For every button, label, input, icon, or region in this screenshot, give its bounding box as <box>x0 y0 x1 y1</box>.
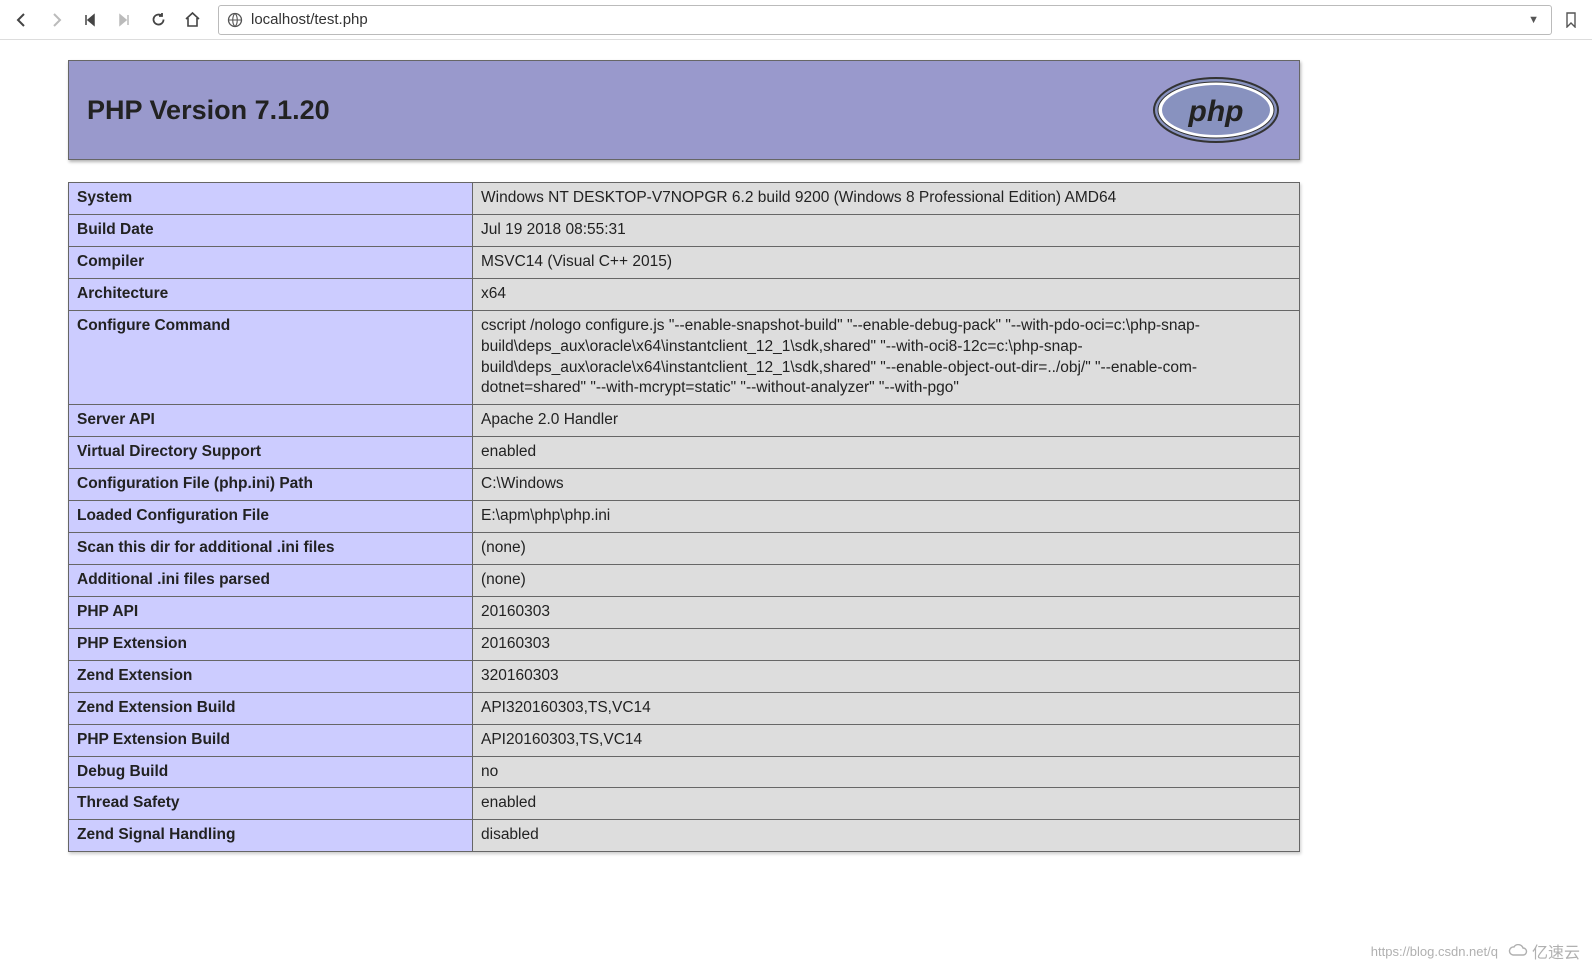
config-key: PHP Extension <box>69 628 473 660</box>
table-row: Zend Extension320160303 <box>69 660 1300 692</box>
config-value: cscript /nologo configure.js "--enable-s… <box>473 310 1300 405</box>
config-value: enabled <box>473 437 1300 469</box>
reload-button[interactable] <box>144 6 172 34</box>
table-row: Configure Commandcscript /nologo configu… <box>69 310 1300 405</box>
config-key: Scan this dir for additional .ini files <box>69 533 473 565</box>
table-row: Zend Extension BuildAPI320160303,TS,VC14 <box>69 692 1300 724</box>
phpinfo-table: SystemWindows NT DESKTOP-V7NOPGR 6.2 bui… <box>68 182 1300 852</box>
config-key: Loaded Configuration File <box>69 501 473 533</box>
table-row: PHP Extension20160303 <box>69 628 1300 660</box>
page-content[interactable]: PHP Version 7.1.20 php SystemWindows NT … <box>0 40 1592 969</box>
config-value: enabled <box>473 788 1300 820</box>
phpinfo-container: PHP Version 7.1.20 php SystemWindows NT … <box>0 40 1320 852</box>
globe-icon <box>227 12 243 28</box>
config-value: Apache 2.0 Handler <box>473 405 1300 437</box>
config-key: Build Date <box>69 214 473 246</box>
address-bar[interactable]: ▼ <box>218 5 1552 35</box>
fastforward-button[interactable] <box>110 6 138 34</box>
table-row: Server APIApache 2.0 Handler <box>69 405 1300 437</box>
config-key: Zend Signal Handling <box>69 820 473 852</box>
config-value: Windows NT DESKTOP-V7NOPGR 6.2 build 920… <box>473 183 1300 215</box>
config-key: Thread Safety <box>69 788 473 820</box>
config-value: 320160303 <box>473 660 1300 692</box>
config-key: Configure Command <box>69 310 473 405</box>
config-value: x64 <box>473 278 1300 310</box>
home-icon <box>184 11 201 28</box>
chevron-right-icon <box>48 12 64 28</box>
config-key: Server API <box>69 405 473 437</box>
table-row: Debug Buildno <box>69 756 1300 788</box>
php-version-title: PHP Version 7.1.20 <box>87 95 330 126</box>
home-button[interactable] <box>178 6 206 34</box>
bookmark-icon <box>1564 12 1578 28</box>
table-row: PHP Extension BuildAPI20160303,TS,VC14 <box>69 724 1300 756</box>
config-value: 20160303 <box>473 596 1300 628</box>
config-key: Virtual Directory Support <box>69 437 473 469</box>
config-key: PHP API <box>69 596 473 628</box>
url-input[interactable] <box>251 11 1516 28</box>
table-row: Architecturex64 <box>69 278 1300 310</box>
config-value: E:\apm\php\php.ini <box>473 501 1300 533</box>
phpinfo-header: PHP Version 7.1.20 php <box>68 60 1300 160</box>
skip-forward-icon <box>117 13 131 27</box>
skip-back-icon <box>83 13 97 27</box>
config-key: Compiler <box>69 246 473 278</box>
svg-text:php: php <box>1188 95 1244 128</box>
table-row: Loaded Configuration FileE:\apm\php\php.… <box>69 501 1300 533</box>
config-key: Debug Build <box>69 756 473 788</box>
config-key: Zend Extension <box>69 660 473 692</box>
bookmark-button[interactable] <box>1558 12 1584 28</box>
config-key: PHP Extension Build <box>69 724 473 756</box>
table-row: Thread Safetyenabled <box>69 788 1300 820</box>
table-row: CompilerMSVC14 (Visual C++ 2015) <box>69 246 1300 278</box>
config-value: 20160303 <box>473 628 1300 660</box>
config-value: (none) <box>473 533 1300 565</box>
chevron-left-icon <box>14 12 30 28</box>
config-key: Additional .ini files parsed <box>69 564 473 596</box>
table-row: Scan this dir for additional .ini files(… <box>69 533 1300 565</box>
config-key: Configuration File (php.ini) Path <box>69 469 473 501</box>
table-row: Additional .ini files parsed(none) <box>69 564 1300 596</box>
config-value: API20160303,TS,VC14 <box>473 724 1300 756</box>
table-row: Virtual Directory Supportenabled <box>69 437 1300 469</box>
table-row: Build DateJul 19 2018 08:55:31 <box>69 214 1300 246</box>
table-row: PHP API20160303 <box>69 596 1300 628</box>
back-button[interactable] <box>8 6 36 34</box>
table-row: SystemWindows NT DESKTOP-V7NOPGR 6.2 bui… <box>69 183 1300 215</box>
config-key: Architecture <box>69 278 473 310</box>
config-value: disabled <box>473 820 1300 852</box>
rewind-button[interactable] <box>76 6 104 34</box>
url-dropdown-icon[interactable]: ▼ <box>1524 14 1543 26</box>
config-key: System <box>69 183 473 215</box>
config-value: API320160303,TS,VC14 <box>473 692 1300 724</box>
config-value: MSVC14 (Visual C++ 2015) <box>473 246 1300 278</box>
config-value: (none) <box>473 564 1300 596</box>
config-value: no <box>473 756 1300 788</box>
config-value: C:\Windows <box>473 469 1300 501</box>
table-row: Zend Signal Handlingdisabled <box>69 820 1300 852</box>
config-key: Zend Extension Build <box>69 692 473 724</box>
reload-icon <box>150 11 167 28</box>
config-value: Jul 19 2018 08:55:31 <box>473 214 1300 246</box>
php-logo: php <box>1151 76 1281 144</box>
table-row: Configuration File (php.ini) PathC:\Wind… <box>69 469 1300 501</box>
forward-button[interactable] <box>42 6 70 34</box>
browser-toolbar: ▼ <box>0 0 1592 40</box>
